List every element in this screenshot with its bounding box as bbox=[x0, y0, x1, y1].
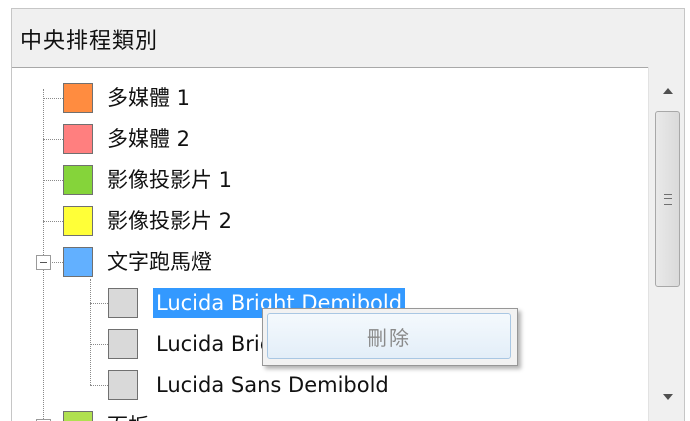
tree-connector bbox=[90, 344, 108, 345]
arrow-up-icon bbox=[662, 88, 673, 94]
panel-header: 中央排程類別 bbox=[12, 9, 684, 68]
panel-title: 中央排程類別 bbox=[20, 29, 159, 54]
grip-icon bbox=[664, 194, 672, 205]
tree-connector bbox=[43, 98, 63, 99]
color-swatch bbox=[108, 288, 138, 318]
tree-connector bbox=[50, 262, 63, 263]
tree-item-label[interactable]: 多媒體 1 bbox=[107, 83, 190, 113]
menu-item-label: 刪除 bbox=[367, 325, 411, 350]
collapse-toggle-icon[interactable] bbox=[36, 255, 51, 270]
tree-item-label[interactable]: 影像投影片 1 bbox=[107, 165, 232, 195]
tree-item-label[interactable]: 文字跑馬燈 bbox=[107, 247, 212, 277]
tree-item-label[interactable]: 影像投影片 2 bbox=[107, 206, 232, 236]
tree-connector bbox=[90, 279, 91, 385]
tree-item-label[interactable]: 多媒體 2 bbox=[107, 124, 190, 154]
color-swatch bbox=[63, 206, 93, 236]
arrow-down-icon bbox=[662, 394, 673, 400]
color-swatch bbox=[63, 165, 93, 195]
scroll-up-button[interactable] bbox=[649, 73, 684, 109]
tree-connector bbox=[43, 139, 63, 140]
tree-connector bbox=[90, 303, 108, 304]
scroll-down-button[interactable] bbox=[649, 379, 684, 415]
context-menu: 刪除 bbox=[262, 308, 518, 366]
scrollbar-thumb[interactable] bbox=[655, 111, 680, 287]
category-tree[interactable]: 多媒體 1 多媒體 2 影像投影片 1 影像投影片 2 文字跑馬燈 Lucida… bbox=[12, 67, 648, 421]
color-swatch bbox=[63, 411, 93, 421]
color-swatch bbox=[63, 124, 93, 154]
tree-connector bbox=[90, 385, 108, 386]
delete-menu-item[interactable]: 刪除 bbox=[267, 313, 511, 359]
vertical-scrollbar[interactable] bbox=[648, 67, 684, 421]
color-swatch bbox=[108, 329, 138, 359]
tree-connector bbox=[43, 180, 63, 181]
tree-item-label[interactable]: Lucida Sans Demibold bbox=[156, 370, 389, 400]
color-swatch bbox=[63, 83, 93, 113]
color-swatch bbox=[108, 370, 138, 400]
color-swatch bbox=[63, 247, 93, 277]
tree-connector bbox=[43, 221, 63, 222]
tree-item-label[interactable]: 面板 bbox=[107, 411, 149, 421]
